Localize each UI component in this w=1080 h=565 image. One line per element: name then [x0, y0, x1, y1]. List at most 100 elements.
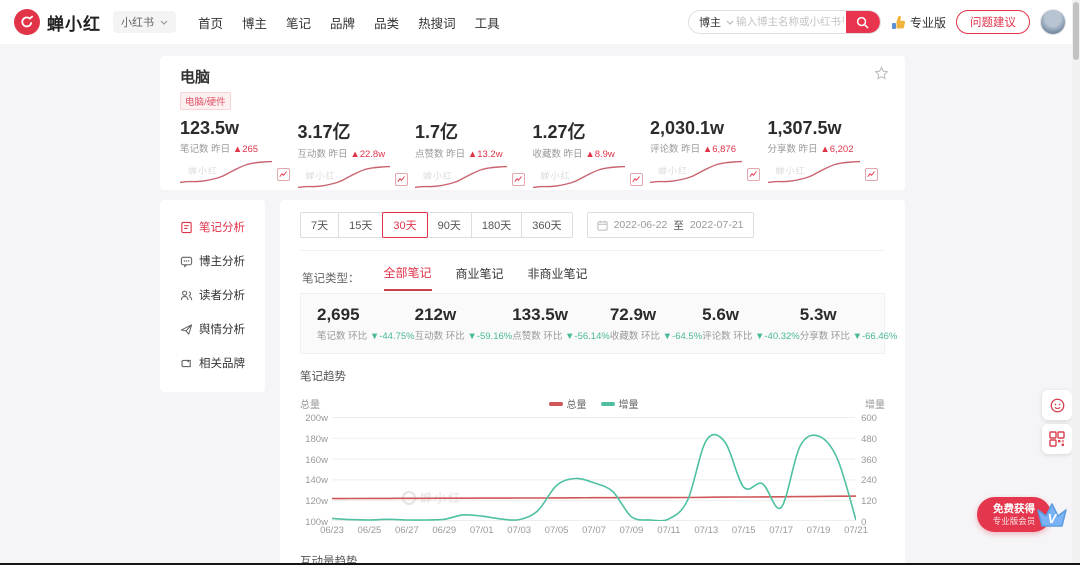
- legend-total[interactable]: 总量: [548, 396, 587, 411]
- range-180d[interactable]: 180天: [470, 212, 523, 238]
- customer-service-button[interactable]: [1042, 390, 1072, 420]
- range-7d[interactable]: 7天: [300, 212, 340, 238]
- pro-badge-icon: [891, 15, 906, 29]
- watermark: 蝉小红: [658, 166, 689, 176]
- trend-chart-icon[interactable]: [277, 168, 290, 181]
- trend-chart-icon[interactable]: [864, 168, 878, 181]
- range-90d[interactable]: 90天: [426, 212, 472, 238]
- summary-favorites: 72.9w 收藏数 环比 ▼-64.5%: [609, 305, 703, 342]
- stat-delta: ▲13.2w: [467, 149, 503, 160]
- qr-code-icon: [1049, 431, 1065, 447]
- watermark: 蝉小红: [540, 171, 571, 181]
- stat-likes: 1.7亿 点赞数 昨日 ▲13.2w 蝉小红: [415, 118, 533, 190]
- stat-delta: ▲265: [232, 144, 259, 155]
- stat-delta: ▲8.9w: [585, 149, 615, 160]
- favorite-star-icon[interactable]: [874, 66, 889, 86]
- sidebar-item-related-brands[interactable]: 相关品牌: [160, 346, 265, 380]
- summary-stats-band: 2,695 笔记数 环比 ▼-44.75% 212w 互动数 环比 ▼-59.1…: [300, 293, 897, 354]
- feedback-button[interactable]: 问题建议: [956, 10, 1030, 34]
- sidebar-item-note-analysis[interactable]: 笔记分析: [160, 210, 265, 244]
- stat-comments: 2,030.1w 评论数 昨日 ▲6,876 蝉小红: [650, 118, 768, 190]
- vip-v-badge-icon[interactable]: V: [1032, 500, 1072, 537]
- note-type-label: 笔记类型：: [302, 272, 360, 285]
- overview-stats-row: 123.5w 笔记数 昨日 ▲265 蝉小红 3.17亿 互动数 昨日 ▲22.…: [180, 118, 885, 190]
- trend-chart-icon[interactable]: [512, 173, 525, 186]
- summary-interactions: 212w 互动数 环比 ▼-59.16%: [414, 305, 513, 342]
- left-axis-ticks: 200w 180w 160w 140w 120w 100w: [305, 413, 328, 528]
- qr-code-button[interactable]: [1042, 424, 1072, 454]
- user-avatar[interactable]: [1040, 9, 1066, 35]
- date-end: 2022-07-21: [689, 219, 744, 231]
- trend-chart-icon[interactable]: [394, 173, 408, 186]
- chat-icon: [180, 256, 193, 268]
- watermark: 蝉小红: [775, 166, 806, 176]
- nav-item-home[interactable]: 首页: [198, 13, 223, 32]
- watermark: 蝉小红: [305, 171, 336, 181]
- nav-item-hotwords[interactable]: 热搜词: [418, 13, 456, 32]
- note-analysis-panel: 7天 15天 30天 90天 180天 360天 2022-06-22 至 20…: [280, 200, 905, 565]
- document-icon: [181, 221, 192, 233]
- trend-chart-icon[interactable]: [629, 173, 643, 186]
- right-axis-label: 增量: [865, 400, 885, 411]
- stat-label: 笔记数: [180, 144, 209, 155]
- stat-value: 1.7亿: [415, 122, 459, 142]
- stat-value: 3.17亿: [297, 122, 351, 142]
- chart-plot-area[interactable]: 蝉小红: [331, 417, 856, 521]
- scrollbar-thumb[interactable]: [1073, 2, 1079, 60]
- range-360d[interactable]: 360天: [521, 212, 573, 238]
- chart-legend: 总量 增量: [332, 396, 855, 411]
- stat-label: 点赞数: [415, 149, 444, 160]
- logo-text: 蝉小红: [47, 14, 101, 34]
- watermark: 蝉小红: [423, 171, 454, 181]
- sidebar-item-sentiment-analysis[interactable]: 舆情分析: [160, 312, 265, 346]
- legend-delta[interactable]: 增量: [600, 396, 639, 411]
- calendar-icon: [597, 220, 608, 231]
- svg-text:V: V: [1048, 511, 1058, 526]
- search-icon: [857, 16, 869, 28]
- stat-label: 评论数: [650, 144, 679, 155]
- app-logo[interactable]: 蝉小红: [14, 9, 101, 35]
- stat-value: 1.27亿: [532, 122, 586, 142]
- logo-icon: [14, 9, 40, 35]
- pro-version-link[interactable]: 专业版: [891, 14, 946, 31]
- platform-select[interactable]: 小红书: [113, 11, 176, 33]
- right-axis-ticks: 600 480 360 240 120 0: [861, 413, 877, 528]
- summary-comments: 5.6w 评论数 环比 ▼-40.32%: [702, 305, 800, 342]
- nav-item-brand[interactable]: 品牌: [330, 13, 355, 32]
- x-axis-ticks: 06/23 06/25 06/27 06/29 07/01 07/03 07/05 07/07…: [320, 525, 868, 536]
- scrollbar-track[interactable]: [1072, 0, 1080, 565]
- note-type-tabs: 笔记类型： 全部笔记 商业笔记 非商业笔记: [300, 251, 885, 291]
- stat-delta: ▲6,202: [820, 144, 854, 155]
- search-button[interactable]: [845, 11, 880, 33]
- sidebar-item-reader-analysis[interactable]: 读者分析: [160, 278, 265, 312]
- stat-notes: 123.5w 笔记数 昨日 ▲265 蝉小红: [180, 118, 298, 190]
- watermark: 蝉小红: [188, 166, 219, 176]
- tab-noncommercial-notes[interactable]: 非商业笔记: [528, 265, 588, 290]
- category-tag: 电脑/硬件: [180, 92, 231, 110]
- nav-item-tools[interactable]: 工具: [475, 13, 500, 32]
- range-30d[interactable]: 30天: [382, 212, 428, 238]
- sidebar-item-blogger-analysis[interactable]: 博主分析: [160, 244, 265, 278]
- nav-item-blogger[interactable]: 博主: [242, 13, 267, 32]
- tab-commercial-notes[interactable]: 商业笔记: [456, 265, 504, 290]
- summary-likes: 133.5w 点赞数 环比 ▼-56.14%: [512, 305, 610, 342]
- date-start: 2022-06-22: [613, 219, 668, 231]
- stat-delta: ▲6,876: [702, 144, 736, 155]
- range-15d[interactable]: 15天: [338, 212, 384, 238]
- chevron-down-icon: [160, 20, 168, 25]
- tab-all-notes[interactable]: 全部笔记: [383, 264, 432, 291]
- stat-interactions: 3.17亿 互动数 昨日 ▲22.8w 蝉小红: [297, 118, 416, 190]
- stat-delta: ▲22.8w: [350, 149, 386, 160]
- stat-label: 收藏数: [532, 149, 562, 160]
- nav-item-notes[interactable]: 笔记: [286, 13, 311, 32]
- stat-value: 2,030.1w: [650, 118, 725, 138]
- stat-value: 123.5w: [180, 118, 240, 138]
- tag-icon: [181, 359, 191, 367]
- trend-chart-icon[interactable]: [747, 168, 760, 181]
- search-category-select[interactable]: 博主: [689, 14, 726, 30]
- search-input[interactable]: [733, 15, 846, 29]
- stat-favorites: 1.27亿 收藏数 昨日 ▲8.9w 蝉小红: [532, 118, 651, 190]
- nav-item-category[interactable]: 品类: [374, 13, 399, 32]
- date-range-picker[interactable]: 2022-06-22 至 2022-07-21: [586, 212, 754, 238]
- main-nav: 首页 博主 笔记 品牌 品类 热搜词 工具: [198, 13, 500, 32]
